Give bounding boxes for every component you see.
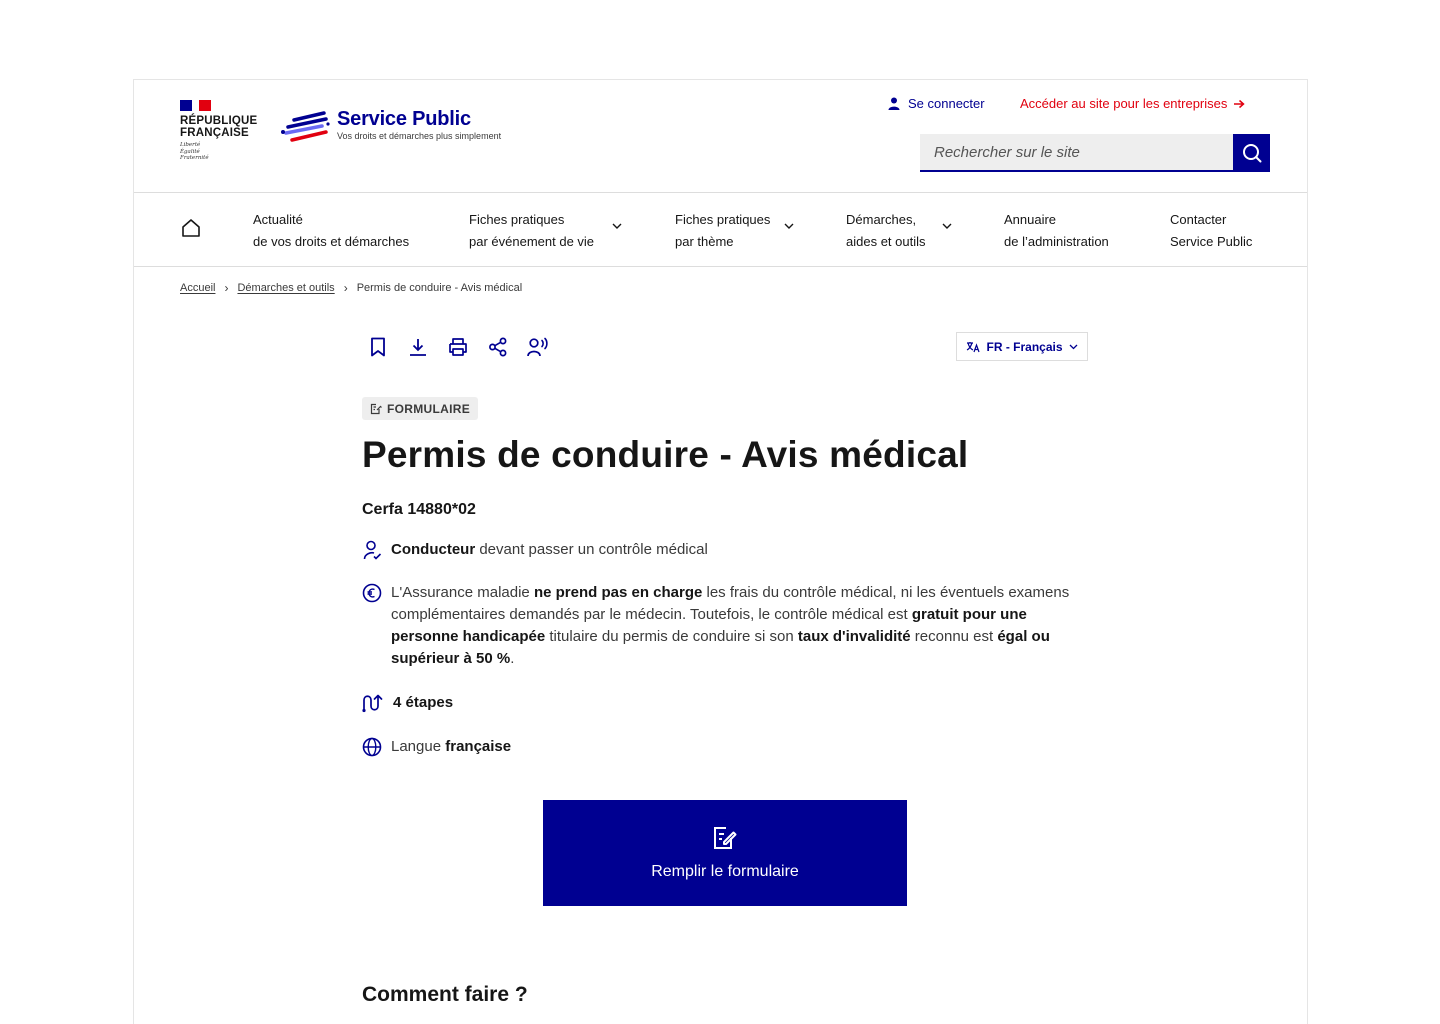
cerfa-number: Cerfa 14880*02 (362, 501, 476, 518)
republique-label: RÉPUBLIQUE FRANÇAISE (180, 115, 258, 139)
download-button[interactable] (407, 336, 429, 358)
page-tools (367, 336, 549, 358)
flag-icon (180, 100, 211, 111)
language-info: Langue française (362, 736, 1092, 758)
devise: Liberté Égalité Fraternité (180, 142, 209, 161)
chevron-right-icon: › (343, 281, 348, 295)
chevron-down-icon (942, 223, 952, 229)
nav-item-demarches[interactable]: Démarches, aides et outils (846, 209, 956, 253)
search-icon (1242, 144, 1261, 163)
section-title: Comment faire ? (362, 983, 528, 1006)
search-input[interactable] (920, 134, 1233, 172)
breadcrumb-link-demarches[interactable]: Démarches et outils (237, 282, 334, 294)
globe-icon (362, 737, 382, 757)
nav-item-contacter[interactable]: Contacter Service Public (1170, 209, 1252, 253)
badge-label: FORMULAIRE (387, 401, 470, 416)
search-bar (920, 134, 1270, 172)
nav-item-theme[interactable]: Fiches pratiques par thème (675, 209, 797, 253)
listen-button[interactable] (527, 336, 549, 358)
route-icon (362, 694, 383, 713)
steps-info: 4 étapes (362, 692, 1092, 714)
search-button[interactable] (1233, 134, 1270, 172)
bookmark-button[interactable] (367, 336, 389, 358)
home-icon[interactable] (180, 217, 202, 239)
fill-form-button[interactable]: Remplir le formulaire (543, 800, 907, 906)
service-public-logo-icon[interactable] (280, 110, 330, 148)
euro-icon (362, 583, 382, 603)
breadcrumb: Accueil › Démarches et outils › Permis d… (180, 281, 522, 295)
edit-form-icon (714, 827, 737, 849)
business-site-label: Accéder au site pour les entreprises (1020, 96, 1228, 111)
site-tagline: Vos droits et démarches plus simplement (337, 131, 502, 141)
form-icon (370, 403, 382, 414)
nav-item-evenement[interactable]: Fiches pratiques par événement de vie (469, 209, 625, 253)
login-label: Se connecter (908, 96, 985, 111)
chevron-right-icon: › (224, 281, 229, 295)
language-label: FR - Français (986, 339, 1063, 354)
business-site-link[interactable]: Accéder au site pour les entreprises (1020, 96, 1246, 111)
user-check-icon (363, 540, 381, 560)
nav-item-actualite[interactable]: Actualité de vos droits et démarches (253, 209, 409, 253)
republique-francaise-logo[interactable]: RÉPUBLIQUE FRANÇAISE Liberté Égalité Fra… (180, 100, 260, 162)
page-frame: RÉPUBLIQUE FRANÇAISE Liberté Égalité Fra… (133, 79, 1308, 1024)
login-link[interactable]: Se connecter (888, 96, 985, 111)
cost-info: L'Assurance maladie ne prend pas en char… (362, 582, 1092, 670)
main-navigation: Actualité de vos droits et démarches Fic… (134, 193, 1307, 267)
chevron-down-icon (1069, 344, 1077, 349)
breadcrumb-link-accueil[interactable]: Accueil (180, 282, 215, 294)
page-title: Permis de conduire - Avis médical (362, 434, 969, 475)
form-type-badge: FORMULAIRE (362, 397, 478, 420)
share-icon (489, 337, 507, 357)
download-icon (410, 339, 426, 356)
translate-icon (967, 341, 981, 352)
user-icon (888, 97, 900, 110)
site-header: RÉPUBLIQUE FRANÇAISE Liberté Égalité Fra… (134, 80, 1307, 193)
arrow-right-icon (1234, 99, 1246, 108)
share-button[interactable] (487, 336, 509, 358)
bookmark-icon (371, 337, 385, 357)
printer-icon (449, 338, 467, 356)
breadcrumb-current: Permis de conduire - Avis médical (356, 282, 523, 294)
fill-form-label: Remplir le formulaire (651, 863, 799, 880)
chevron-down-icon (784, 223, 794, 229)
audience-info: Conducteur devant passer un contrôle méd… (362, 539, 1092, 561)
text-to-speech-icon (527, 337, 548, 357)
site-title[interactable]: Service Public (337, 108, 471, 131)
chevron-down-icon (612, 223, 622, 229)
nav-item-annuaire[interactable]: Annuaire de l’administration (1004, 209, 1109, 253)
language-selector[interactable]: FR - Français (956, 332, 1088, 361)
print-button[interactable] (447, 336, 469, 358)
